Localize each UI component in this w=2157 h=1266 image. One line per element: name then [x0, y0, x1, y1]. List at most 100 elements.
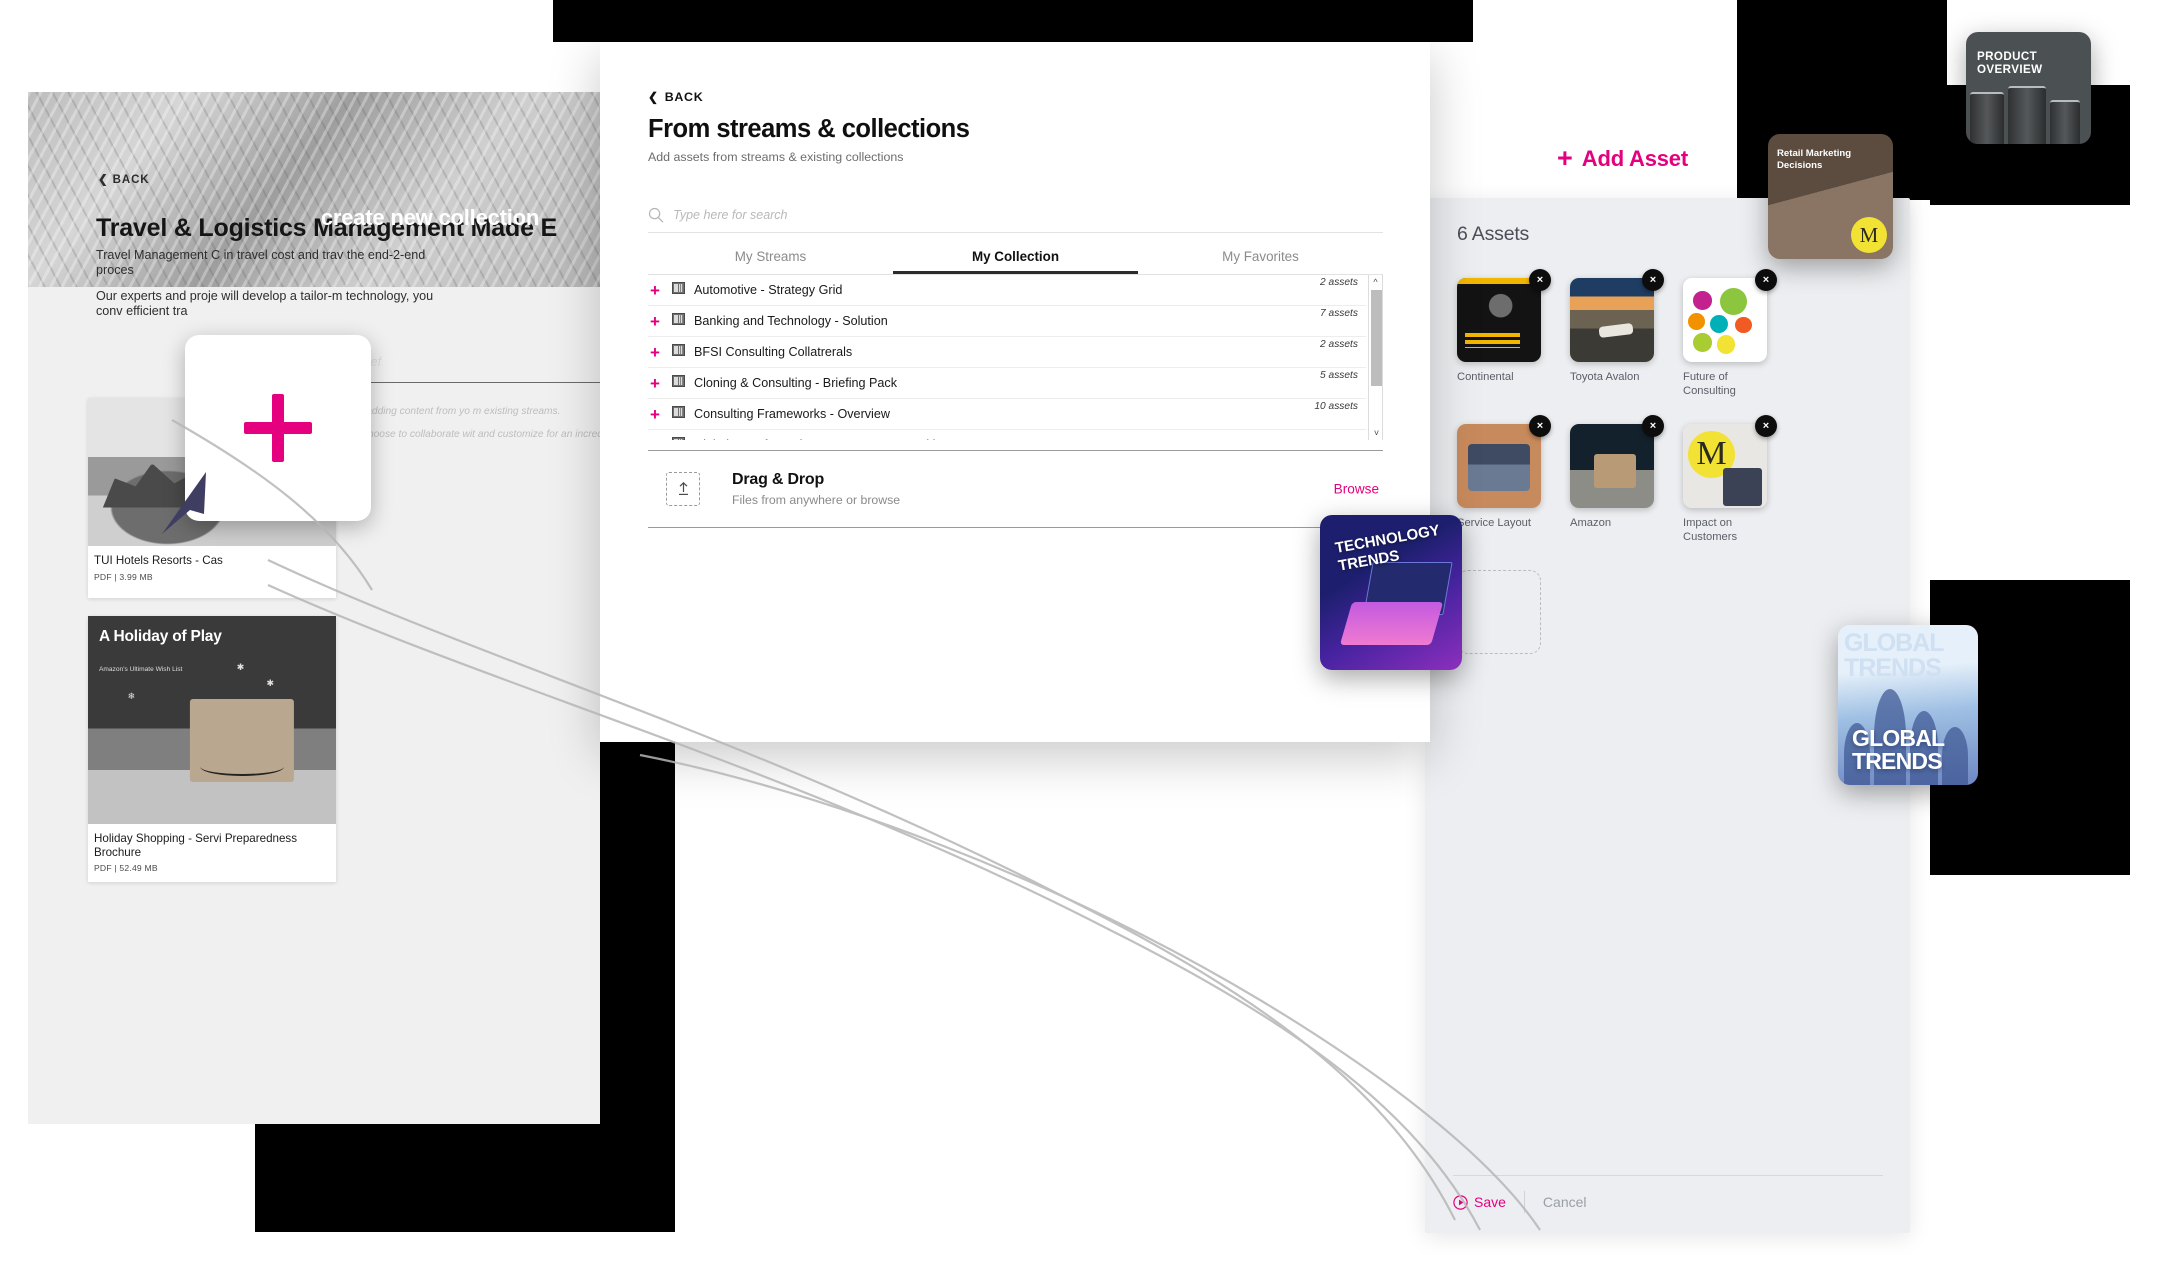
asset-thumbnail-service[interactable] — [1457, 424, 1541, 509]
floating-card-retail-marketing[interactable]: Retail Marketing Decisions M — [1768, 134, 1893, 259]
floating-card-global-trends[interactable]: GLOBAL TRENDS GLOBAL TRENDS — [1838, 625, 1978, 785]
expand-plus-icon[interactable]: + — [650, 313, 672, 330]
remove-asset-icon[interactable]: × — [1529, 415, 1551, 438]
assets-grid: × Continental × Toyota Avalon × Future o… — [1457, 269, 1887, 680]
asset-thumbnail-future[interactable] — [1683, 278, 1767, 362]
save-button[interactable]: Save — [1453, 1194, 1506, 1210]
collection-asset-count: 2 assets — [1320, 277, 1358, 288]
divider — [1453, 1175, 1883, 1176]
document-body: Travel Management C in travel cost and t… — [96, 248, 456, 330]
document-card-name: Holiday Shopping - Servi Preparedness Br… — [94, 832, 298, 859]
drag-drop-title: Drag & Drop — [732, 471, 825, 488]
from-streams-modal: ❮ BACK From streams & collections Add as… — [600, 42, 1430, 742]
modal-back-link[interactable]: ❮ BACK — [648, 90, 703, 104]
tab-my-collection[interactable]: My Collection — [893, 240, 1138, 274]
asset-cell-empty[interactable] — [1457, 570, 1570, 655]
asset-thumbnail-impact[interactable]: M — [1683, 424, 1767, 509]
mouse-cursor-icon — [162, 472, 206, 534]
floating-card-title: Retail Marketing Decisions — [1777, 148, 1852, 171]
remove-asset-icon[interactable]: × — [1642, 269, 1664, 291]
collection-icon — [672, 312, 694, 330]
snowflake-icon: ✱ — [266, 678, 275, 689]
collection-icon — [672, 405, 694, 423]
collection-label: Digital Transformation - Strategy & Cons… — [694, 438, 949, 440]
cancel-button[interactable]: Cancel — [1543, 1194, 1587, 1210]
cylinder-shape — [2008, 86, 2046, 144]
scrollbar-thumb[interactable] — [1371, 290, 1382, 386]
floating-card-product-overview[interactable]: PRODUCT OVERVIEW — [1966, 32, 2091, 144]
chevron-left-icon: ❮ — [648, 90, 659, 104]
backdrop-slab-top — [553, 0, 1473, 42]
expand-plus-icon[interactable]: + — [650, 437, 672, 441]
document-back-link[interactable]: ❮ BACK — [98, 172, 149, 186]
asset-cell[interactable]: × Toyota Avalon — [1570, 269, 1683, 398]
expand-plus-icon[interactable]: + — [650, 282, 672, 299]
browse-link[interactable]: Browse — [1334, 482, 1379, 497]
expand-plus-icon[interactable]: + — [650, 344, 672, 361]
floating-card-title: GLOBAL TRENDS — [1852, 725, 1945, 774]
remove-asset-icon[interactable]: × — [1755, 269, 1777, 291]
collection-row[interactable]: + BFSI Consulting Collatrerals 2 assets — [648, 337, 1366, 368]
drag-drop-text: Drag & Drop Files from anywhere or brows… — [732, 471, 900, 507]
expand-plus-icon[interactable]: + — [650, 375, 672, 392]
asset-cell[interactable]: M × Impact on Customers — [1683, 415, 1796, 544]
asset-thumbnail-toyota[interactable] — [1570, 278, 1654, 362]
collection-label: Automotive - Strategy Grid — [694, 283, 843, 297]
collection-asset-count: 2 assets — [1320, 339, 1358, 350]
plus-icon: + — [1557, 143, 1573, 173]
asset-cell[interactable]: × Amazon — [1570, 415, 1683, 544]
add-asset-button[interactable]: + Add Asset — [1557, 145, 1688, 172]
floating-card-technology-trends[interactable]: TECHNOLOGY TRENDS — [1320, 515, 1462, 670]
search-bar[interactable] — [648, 197, 1383, 233]
asset-cell[interactable]: × Future of Consulting — [1683, 269, 1796, 398]
collection-asset-count: 10 assets — [1314, 401, 1358, 412]
collection-row[interactable]: + Consulting Frameworks - Overview 10 as… — [648, 399, 1366, 430]
collection-row[interactable]: + Automotive - Strategy Grid 2 assets — [648, 275, 1366, 306]
collection-row[interactable]: + Banking and Technology - Solution 7 as… — [648, 306, 1366, 337]
expand-plus-icon[interactable]: + — [650, 406, 672, 423]
asset-name: Service Layout — [1457, 517, 1532, 530]
create-collection-title: create new collection — [320, 205, 540, 230]
modal-subtitle: Add assets from streams & existing colle… — [648, 150, 904, 164]
search-input[interactable] — [673, 207, 1383, 222]
left-document-page: ❮ BACK Travel & Logistics Management Mad… — [28, 92, 600, 1124]
assets-panel-footer: Save Cancel — [1425, 1175, 1910, 1233]
divider — [1523, 1191, 1525, 1213]
asset-name: Toyota Avalon — [1570, 371, 1640, 383]
cylinder-shape — [1970, 92, 2004, 144]
floating-card-ghost-title: GLOBAL TRENDS — [1844, 629, 1944, 682]
tab-my-favorites[interactable]: My Favorites — [1138, 240, 1383, 274]
document-thumbnail: A Holiday of Play Amazon's Ultimate Wish… — [88, 616, 336, 824]
document-card-meta: PDF | 52.49 MB — [94, 863, 158, 873]
document-card-holiday[interactable]: A Holiday of Play Amazon's Ultimate Wish… — [88, 616, 336, 882]
remove-asset-icon[interactable]: × — [1642, 415, 1664, 438]
collection-asset-count: 5 assets — [1320, 370, 1358, 381]
holiday-cover-subtitle: Amazon's Ultimate Wish List — [99, 666, 183, 673]
scroll-up-arrow-icon[interactable]: ^ — [1369, 275, 1382, 289]
empty-asset-placeholder[interactable] — [1457, 570, 1541, 655]
asset-cell[interactable]: × Service Layout — [1457, 415, 1570, 544]
scroll-down-arrow-icon[interactable]: ˅ — [1369, 426, 1384, 440]
laptop-shape — [1339, 601, 1443, 646]
tab-my-streams[interactable]: My Streams — [648, 240, 893, 274]
screenshot-root: ❮ BACK Travel & Logistics Management Mad… — [0, 0, 2157, 1266]
collection-row[interactable]: + Cloning & Consulting - Briefing Pack 5… — [648, 368, 1366, 399]
asset-thumbnail-amazon[interactable] — [1570, 424, 1654, 509]
remove-asset-icon[interactable]: × — [1529, 269, 1551, 291]
holiday-cover-title: A Holiday of Play — [99, 628, 222, 645]
drag-drop-zone[interactable]: Drag & Drop Files from anywhere or brows… — [648, 450, 1383, 528]
save-label: Save — [1474, 1194, 1506, 1210]
document-paragraph: Travel Management C in travel cost and t… — [96, 248, 426, 277]
collection-row[interactable]: + Digital Transformation - Strategy & Co… — [648, 430, 1366, 440]
snowflake-icon: ✱ — [236, 661, 245, 672]
list-scrollbar[interactable]: ^ ˅ — [1368, 275, 1383, 440]
asset-thumbnail-continental[interactable] — [1457, 278, 1541, 362]
modal-title: From streams & collections — [648, 115, 970, 143]
cylinder-shape — [2050, 100, 2080, 144]
modal-back-label: BACK — [664, 90, 704, 104]
collection-icon — [672, 281, 694, 299]
collections-scroll-viewport: + Automotive - Strategy Grid 2 assets + … — [648, 275, 1366, 440]
remove-asset-icon[interactable]: × — [1755, 415, 1777, 438]
asset-cell[interactable]: × Continental — [1457, 269, 1570, 398]
document-paragraph: Our experts and proje will develop a tai… — [96, 289, 434, 318]
